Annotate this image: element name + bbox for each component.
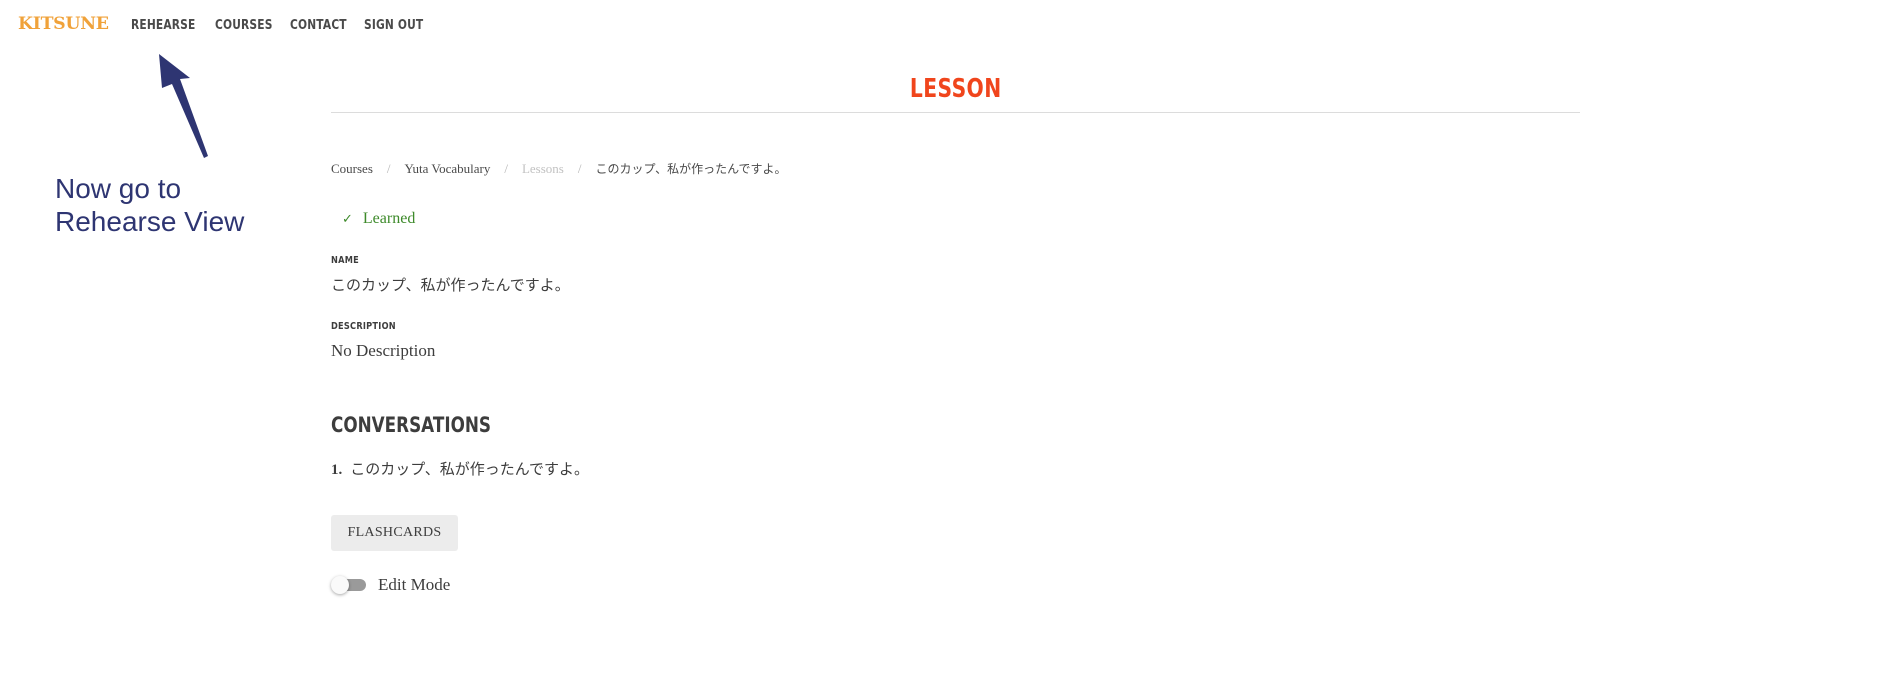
breadcrumb-current-lesson: このカップ、私が作ったんですよ。: [595, 162, 787, 176]
conversation-link[interactable]: このカップ、私が作ったんですよ。: [350, 458, 589, 479]
toggle-knob: [331, 576, 349, 594]
nav-rehearse[interactable]: REHEARSE: [131, 18, 195, 33]
annotation-line-2: Rehearse View: [55, 206, 245, 237]
conversation-list-item: 1. このカップ、私が作ったんですよ。: [331, 458, 589, 479]
check-icon: ✓: [342, 211, 353, 227]
breadcrumb-courses[interactable]: Courses: [331, 161, 373, 177]
conversation-number: 1.: [331, 462, 343, 478]
nav-contact[interactable]: CONTACT: [290, 18, 347, 33]
annotation-text: Now go to Rehearse View: [55, 172, 275, 238]
edit-mode-label: Edit Mode: [378, 575, 451, 594]
nav-sign-out[interactable]: SIGN OUT: [364, 18, 423, 33]
flashcards-button[interactable]: FLASHCARDS: [331, 515, 458, 551]
main-nav: REHEARSE COURSES CONTACT SIGN OUT: [131, 18, 424, 33]
nav-courses[interactable]: COURSES: [215, 18, 273, 33]
edit-mode-toggle[interactable]: [331, 576, 367, 594]
breadcrumb-separator: /: [386, 160, 391, 176]
description-value: No Description: [331, 341, 436, 360]
breadcrumb-lessons: Lessons: [521, 160, 564, 176]
name-label: NAME: [331, 255, 359, 266]
breadcrumb: Courses / Yuta Vocabulary / Lessons / この…: [331, 160, 787, 177]
page-title: LESSON: [909, 74, 1002, 104]
annotation-line-1: Now go to: [55, 173, 182, 204]
description-label: DESCRIPTION: [331, 321, 396, 332]
name-value: このカップ、私が作ったんですよ。: [331, 276, 570, 294]
breadcrumb-separator: /: [577, 160, 582, 176]
annotation-arrow-icon: [159, 54, 208, 158]
conversations-heading: CONVERSATIONS: [331, 413, 492, 437]
learned-label: Learned: [362, 210, 416, 227]
learned-status: ✓ Learned: [342, 210, 415, 228]
breadcrumb-separator: /: [504, 160, 508, 176]
kitsune-logo[interactable]: KITSUNE: [18, 14, 109, 34]
breadcrumb-course[interactable]: Yuta Vocabulary: [405, 161, 491, 177]
title-divider: [331, 112, 1580, 113]
